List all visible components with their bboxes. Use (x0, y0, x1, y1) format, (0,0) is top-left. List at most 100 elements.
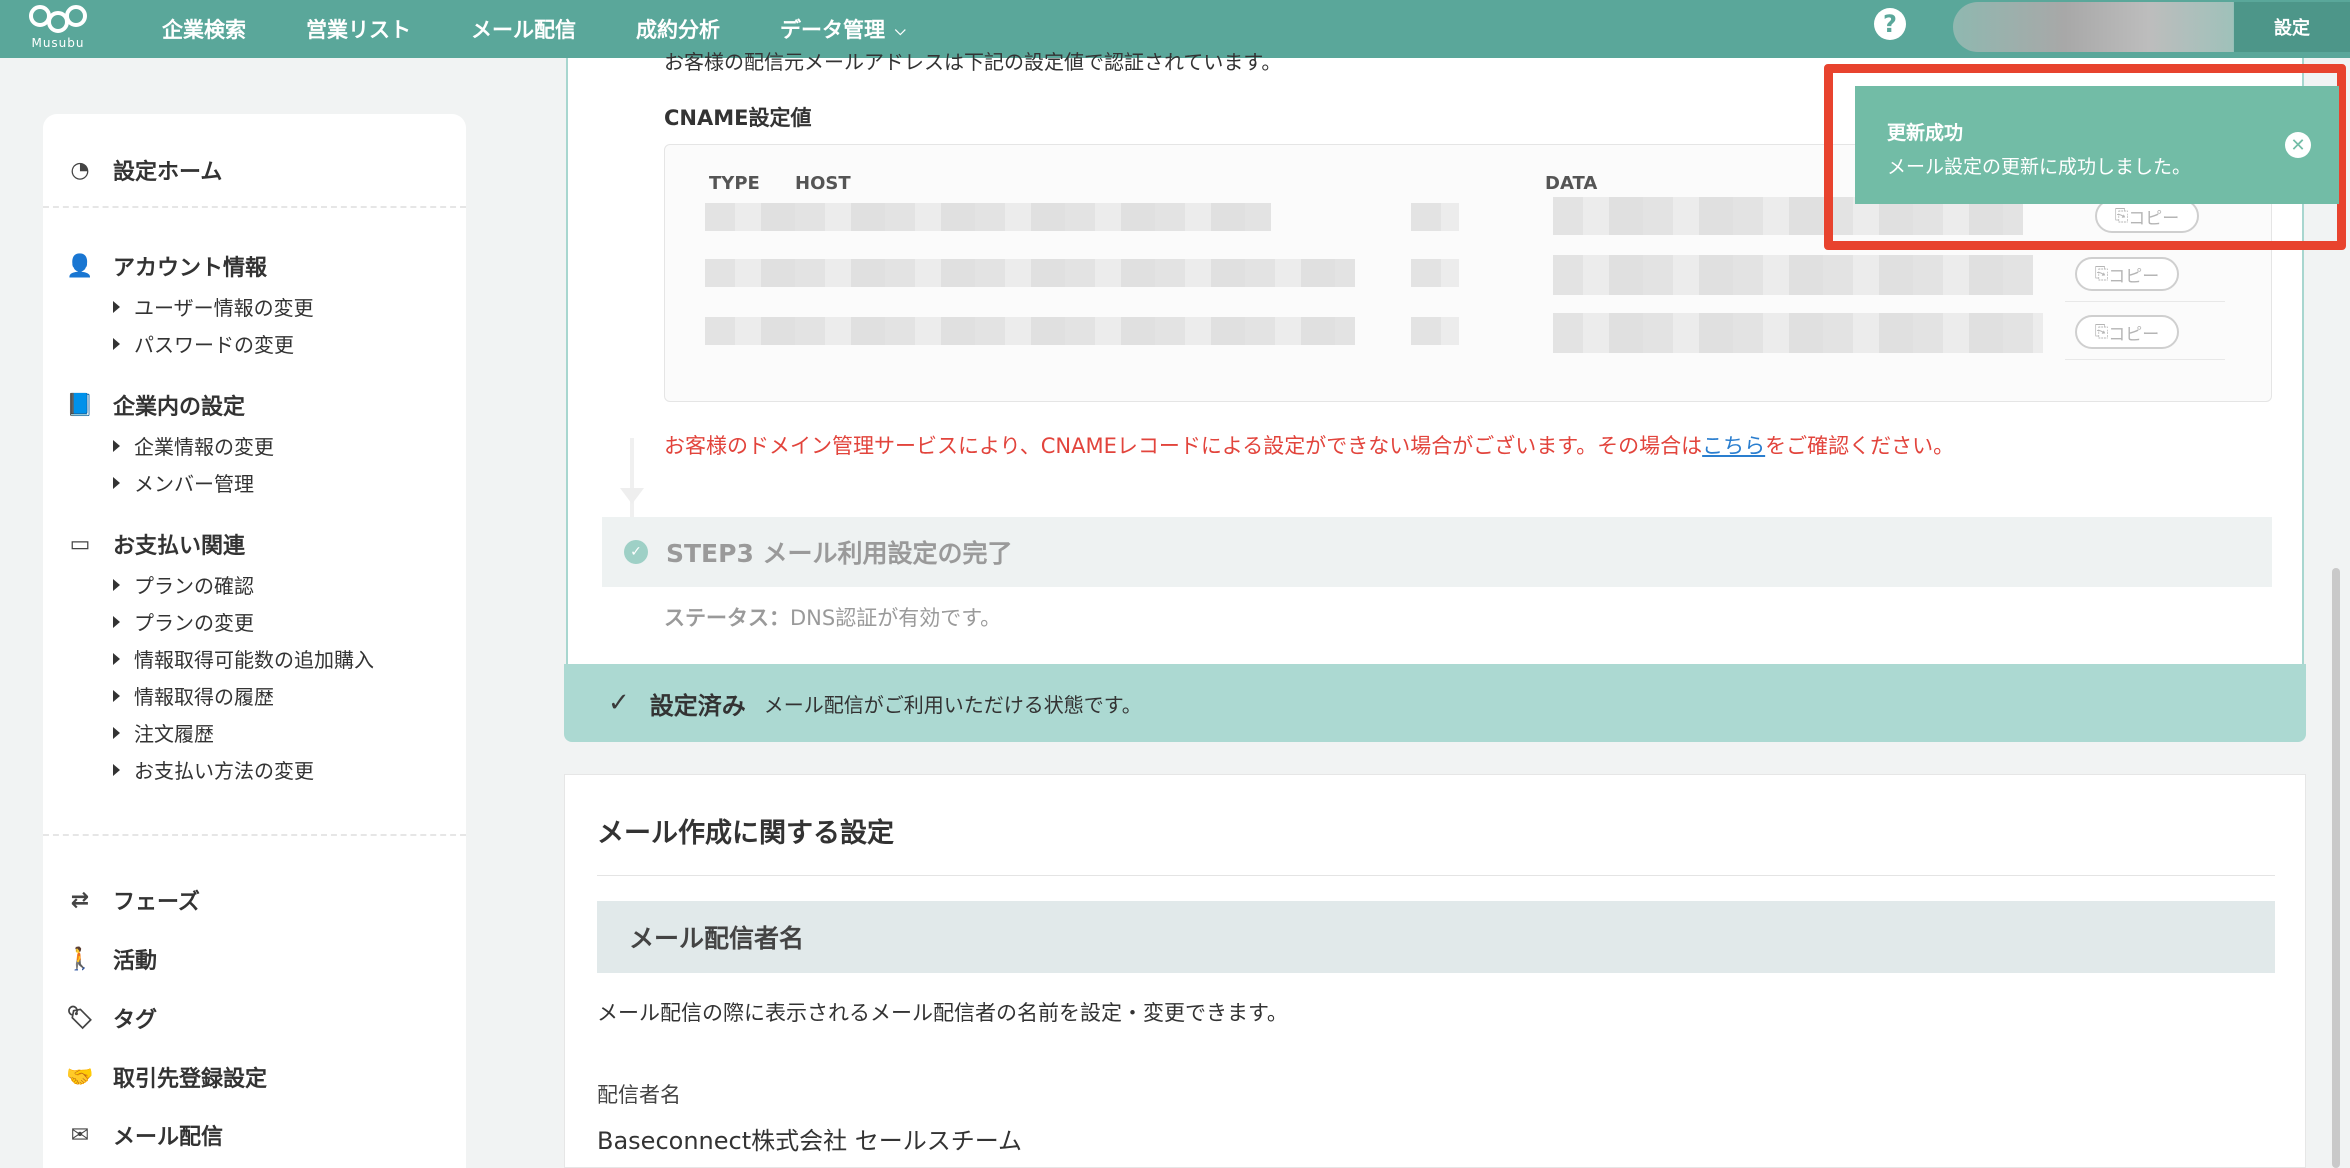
step3-header: ✓ STEP3 メール利用設定の完了 (602, 517, 2272, 587)
sidebar-heading-payment: ▭ お支払い関連 (65, 528, 374, 560)
nav-sales-list[interactable]: 営業リスト (306, 14, 411, 44)
host-value-redacted (705, 317, 1355, 345)
user-icon: 👤 (66, 253, 94, 279)
status-label: ステータス： (664, 606, 790, 630)
sender-name-label: 配信者名 (597, 1083, 681, 1107)
caret-right-icon (113, 300, 120, 313)
host-value-redacted (705, 259, 1355, 287)
sidebar-item-change-payment-method[interactable]: お支払い方法の変更 (65, 751, 374, 788)
sidebar-item-label: 活動 (113, 949, 158, 974)
caret-right-icon (113, 689, 120, 702)
settings-sidebar: ◔ 設定ホーム 👤 アカウント情報 ユーザー情報の変更 パスワードの変更 📘 企… (43, 114, 466, 1168)
sidebar-section-payment: ▭ お支払い関連 プランの確認 プランの変更 情報取得可能数の追加購入 情報取得… (65, 528, 374, 788)
sidebar-item-label: ユーザー情報の変更 (134, 296, 314, 320)
caret-right-icon (113, 652, 120, 665)
sidebar-item-label: フェーズ (113, 890, 200, 915)
sidebar-item-phase[interactable]: ⇄ フェーズ (65, 884, 200, 916)
step3-label: STEP3 メール利用設定の完了 (666, 539, 1013, 568)
copy-icon: ⎘ (2094, 264, 2109, 284)
handshake-icon: 🤝 (66, 1064, 94, 1090)
sidebar-item-member-management[interactable]: メンバー管理 (65, 464, 274, 501)
value-redacted (1411, 259, 1459, 287)
success-toast: 更新成功 メール設定の更新に成功しました。 ✕ (1855, 86, 2339, 204)
sidebar-item-acquisition-history[interactable]: 情報取得の履歴 (65, 677, 374, 714)
nav-deal-analysis[interactable]: 成約分析 (636, 14, 720, 44)
sender-name-heading: メール配信者名 (597, 901, 2275, 973)
sidebar-section-company: 📘 企業内の設定 企業情報の変更 メンバー管理 (65, 389, 274, 501)
sidebar-item-label: 注文履歴 (134, 722, 214, 746)
sidebar-item-label: タグ (113, 1008, 158, 1033)
sidebar-item-label: 設定ホーム (113, 160, 223, 185)
sidebar-item-change-company-info[interactable]: 企業情報の変更 (65, 427, 274, 464)
sidebar-heading-label: アカウント情報 (113, 256, 268, 281)
section-divider (597, 875, 2275, 876)
close-icon[interactable]: ✕ (2285, 132, 2311, 158)
sender-name-description: メール配信の際に表示されるメール配信者の名前を設定・変更できます。 (597, 1001, 1288, 1025)
sidebar-item-check-plan[interactable]: プランの確認 (65, 566, 374, 603)
copy-icon: ⎘ (2094, 322, 2109, 342)
walking-person-icon: 🚶 (66, 946, 94, 972)
column-host: HOST (795, 173, 851, 194)
sidebar-item-label: プランの確認 (134, 574, 254, 598)
sidebar-item-tag[interactable]: 🏷 タグ (65, 1002, 157, 1034)
sidebar-heading-label: 企業内の設定 (113, 395, 246, 420)
copy-button[interactable]: ⎘ コピー (2075, 257, 2179, 291)
sidebar-item-client-registration[interactable]: 🤝 取引先登録設定 (65, 1061, 267, 1093)
sender-name-value: Baseconnect株式会社 セールスチーム (597, 1127, 1023, 1155)
column-type: TYPE (709, 173, 760, 194)
credit-card-icon: ▭ (69, 531, 91, 557)
data-value-redacted (1553, 313, 2043, 353)
sidebar-item-change-password[interactable]: パスワードの変更 (65, 325, 314, 362)
swap-arrows-icon: ⇄ (70, 887, 90, 913)
check-circle-icon: ✓ (624, 540, 648, 564)
sidebar-item-label: 情報取得の履歴 (134, 685, 274, 709)
sidebar-divider (43, 834, 466, 836)
sidebar-item-purchase-additional[interactable]: 情報取得可能数の追加購入 (65, 640, 374, 677)
sidebar-item-change-plan[interactable]: プランの変更 (65, 603, 374, 640)
dns-status: ステータス：DNS認証が有効です。 (664, 602, 1001, 632)
sidebar-divider (43, 206, 466, 208)
nav-mail-delivery[interactable]: メール配信 (471, 14, 576, 44)
tag-icon: 🏷 (66, 1005, 94, 1031)
envelope-icon: ✉ (70, 1122, 90, 1148)
nav-data-management[interactable]: データ管理 ⌵ (780, 14, 906, 44)
caret-right-icon (113, 578, 120, 591)
setup-complete-label: 設定済み (649, 691, 746, 720)
toast-message: メール設定の更新に成功しました。 (1887, 156, 2192, 178)
settings-button[interactable]: 設定 (2233, 2, 2350, 52)
cname-warning: お客様のドメイン管理サービスにより、CNAMEレコードによる設定ができない場合が… (664, 430, 1954, 460)
caret-right-icon (113, 763, 120, 776)
cname-title: CNAME設定値 (664, 106, 812, 130)
copy-button[interactable]: ⎘ コピー (2075, 315, 2179, 349)
caret-right-icon (113, 476, 120, 489)
musubu-logo[interactable]: Musubu (26, 4, 90, 54)
dashboard-icon: ◔ (70, 157, 90, 183)
value-redacted (1411, 317, 1459, 345)
host-value-redacted (705, 203, 1271, 231)
sidebar-item-order-history[interactable]: 注文履歴 (65, 714, 374, 751)
nav-data-management-label: データ管理 (780, 18, 885, 42)
sidebar-heading-account: 👤 アカウント情報 (65, 250, 314, 282)
help-icon[interactable]: ? (1874, 8, 1906, 40)
sidebar-item-activity[interactable]: 🚶 活動 (65, 943, 157, 975)
warning-link[interactable]: こちら (1702, 434, 1765, 458)
sidebar-heading-label: お支払い関連 (113, 534, 246, 559)
sidebar-item-change-user-info[interactable]: ユーザー情報の変更 (65, 288, 314, 325)
sidebar-section-account: 👤 アカウント情報 ユーザー情報の変更 パスワードの変更 (65, 250, 314, 362)
page-scrollbar[interactable] (2332, 568, 2340, 1168)
sidebar-item-settings-home[interactable]: ◔ 設定ホーム (65, 154, 222, 186)
step-arrow-icon (620, 488, 644, 504)
sidebar-item-label: お支払い方法の変更 (134, 759, 314, 783)
nav-company-search[interactable]: 企業検索 (162, 14, 246, 44)
value-redacted (1411, 203, 1459, 231)
sidebar-item-mail-delivery[interactable]: ✉ メール配信 (65, 1119, 223, 1151)
sidebar-item-label: 情報取得可能数の追加購入 (134, 648, 374, 672)
user-account-menu[interactable] (1953, 2, 2233, 52)
setup-complete-bar: ✓ 設定済み メール配信がご利用いただける状態です。 (564, 664, 2306, 742)
sidebar-item-label: 取引先登録設定 (113, 1067, 268, 1092)
dns-auth-description: お客様の配信元メールアドレスは下記の設定値で認証されています。 (664, 50, 1282, 74)
mail-settings-title: メール作成に関する設定 (597, 818, 894, 849)
caret-right-icon (113, 615, 120, 628)
caret-right-icon (113, 726, 120, 739)
sidebar-item-label: 企業情報の変更 (134, 435, 274, 459)
